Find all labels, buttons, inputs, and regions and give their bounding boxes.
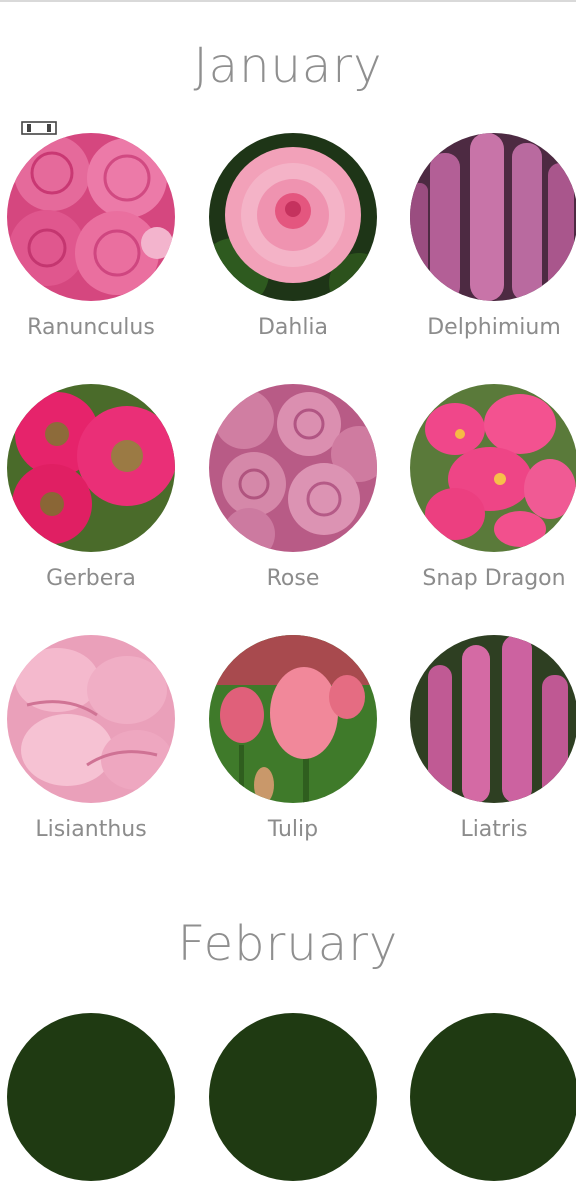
flower-image-tulip[interactable] [209,635,377,803]
flower-image-rose[interactable] [209,384,377,552]
flower-image-liatris[interactable] [410,635,576,803]
flower-label: Liatris [460,817,528,842]
flower-card-rose[interactable]: Rose [209,384,377,591]
flower-card-dahlia[interactable]: Dahlia [209,133,377,340]
flower-label: Dahlia [257,315,329,340]
flower-label: Gerbera [46,566,136,591]
flower-label: Snap Dragon [422,566,566,591]
flower-card-liatris[interactable]: Liatris [410,635,576,842]
flower-card-delphimium[interactable]: Delphimium [410,133,576,340]
flower-label: Tulip [267,817,319,842]
flower-image-gerbera[interactable] [7,384,175,552]
month-title-february: February [177,916,399,972]
flower-image-lisianthus[interactable] [7,635,175,803]
flower-card-snap-dragon[interactable]: Snap Dragon [410,384,576,591]
flower-image-partial[interactable] [410,1013,576,1181]
flower-image-partial[interactable] [209,1013,377,1181]
flower-label: Rose [266,566,320,591]
flower-label: Delphimium [427,315,561,340]
flower-label: Lisianthus [35,817,147,842]
flower-image-partial[interactable] [7,1013,175,1181]
flower-card-lisianthus[interactable]: Lisianthus [7,635,175,842]
flower-card-tulip[interactable]: Tulip [209,635,377,842]
flower-label: Ranunculus [27,315,155,340]
flower-card-gerbera[interactable]: Gerbera [7,384,175,591]
month-title-january: January [193,38,383,94]
flower-card-ranunculus[interactable]: Ranunculus [7,133,175,340]
flower-image-ranunculus[interactable] [7,133,175,301]
flower-image-delphimium[interactable] [410,133,576,301]
flower-image-snap-dragon[interactable] [410,384,576,552]
flower-image-dahlia[interactable] [209,133,377,301]
top-divider [0,0,576,2]
